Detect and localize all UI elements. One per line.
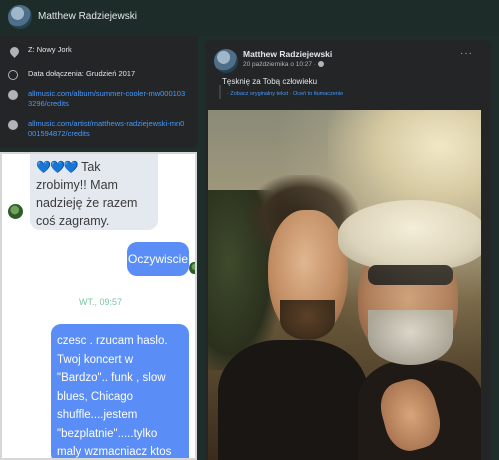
incoming-message: 💙💙💙 Tak zrobimy!! Mam nadzieję że razem … (30, 154, 158, 230)
photo-light-flare (208, 110, 481, 460)
intro-item-location: Z: Nowy Jork (8, 45, 72, 58)
post-card: Matthew Radziejewski 20 października o 1… (205, 40, 491, 460)
post-timestamp[interactable]: 20 października o 10:27 · (243, 61, 324, 68)
blue-hearts-emoji: 💙💙💙 (36, 160, 79, 174)
post-photo[interactable] (208, 110, 481, 460)
intro-link-2[interactable]: allmusic.com/artist/matthews-radziejewsk… (28, 119, 188, 139)
intro-item-joined: Data dołączenia: Grudzień 2017 (8, 69, 135, 81)
post-timestamp-text[interactable]: 20 października o 10:27 · (243, 61, 316, 68)
profile-name[interactable]: Matthew Radziejewski (38, 11, 137, 22)
intro-item-link-1[interactable]: allmusic.com/album/summer-cooler-mw00010… (8, 89, 193, 109)
globe-icon (8, 120, 19, 131)
translation-links[interactable]: · Zobacz oryginalny tekst · Oceń to tłum… (219, 85, 343, 99)
time-divider: WT., 09:57 (78, 297, 123, 307)
audience-globe-icon (318, 61, 324, 68)
outgoing-message-long: czesc . rzucam haslo. Twoj koncert w "Ba… (51, 324, 189, 458)
location-pin-icon (8, 45, 21, 58)
read-receipt-avatar (189, 262, 195, 274)
more-options-icon[interactable]: ··· (460, 48, 473, 59)
chat-screenshot: 💙💙💙 Tak zrobimy!! Mam nadzieję że razem … (0, 152, 197, 460)
post-author-avatar[interactable] (214, 49, 238, 73)
profile-avatar[interactable] (8, 5, 32, 29)
profile-header: Matthew Radziejewski (0, 0, 499, 36)
intro-link-1[interactable]: allmusic.com/album/summer-cooler-mw00010… (28, 89, 188, 109)
sender-avatar (8, 204, 23, 219)
clock-icon (8, 70, 19, 81)
intro-card: Z: Nowy Jork Data dołączenia: Grudzień 2… (0, 36, 198, 148)
intro-joined-text: Data dołączenia: Grudzień 2017 (28, 69, 136, 78)
globe-icon (8, 90, 19, 101)
outgoing-message-short: Oczywiscie (127, 242, 189, 276)
intro-item-link-2[interactable]: allmusic.com/artist/matthews-radziejewsk… (8, 119, 193, 139)
post-author-name[interactable]: Matthew Radziejewski (243, 49, 332, 59)
intro-location-text: Z: Nowy Jork (28, 45, 72, 54)
